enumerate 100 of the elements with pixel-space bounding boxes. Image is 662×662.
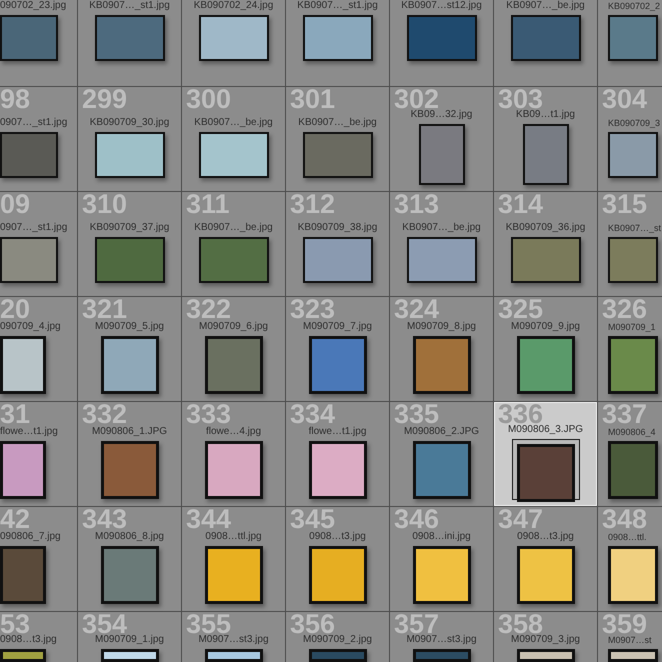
photo-thumbnail[interactable] xyxy=(412,336,470,394)
photo-thumbnail[interactable] xyxy=(0,440,46,498)
photo-thumbnail[interactable] xyxy=(100,440,158,498)
file-name: KB0907…_st1.jpg xyxy=(297,0,378,12)
file-name: 0908…t3.jpg xyxy=(0,634,57,646)
file-name: M090709_2.jpg xyxy=(303,634,372,646)
file-name: KB0907…_be.jpg xyxy=(194,222,273,234)
thumbnail-cell[interactable]: KB0907…_st1.jpg xyxy=(286,0,389,86)
file-name: KB0907…st12.jpg xyxy=(401,0,482,12)
photo-thumbnail[interactable] xyxy=(510,15,580,61)
file-name: flowe…t1.jpg xyxy=(0,426,58,438)
file-name: KB090709_37.jpg xyxy=(90,222,170,234)
file-name: KB0907…_be.jpg xyxy=(298,116,377,128)
photo-thumbnail[interactable] xyxy=(406,15,476,61)
photo-thumbnail[interactable] xyxy=(0,649,46,662)
photo-thumbnail[interactable] xyxy=(522,124,568,185)
file-name: KB0907…_st1.jpg xyxy=(89,0,170,12)
photo-thumbnail[interactable] xyxy=(608,132,658,178)
photo-thumbnail[interactable] xyxy=(100,546,158,604)
file-name: flowe…t1.jpg xyxy=(308,426,366,438)
file-name: 0908…t3.jpg xyxy=(517,530,574,542)
photo-thumbnail[interactable] xyxy=(608,649,658,662)
photo-thumbnail[interactable] xyxy=(608,15,658,61)
photo-thumbnail[interactable] xyxy=(516,546,574,604)
photo-thumbnail[interactable] xyxy=(412,649,470,662)
file-name: 0908…ini.jpg xyxy=(412,530,471,542)
file-name: M0907…st3.jpg xyxy=(198,634,269,646)
photo-thumbnail[interactable] xyxy=(308,440,366,498)
photo-thumbnail[interactable] xyxy=(0,546,46,604)
photo-thumbnail[interactable] xyxy=(302,236,372,282)
file-name: KB090709_36.jpg xyxy=(506,222,586,234)
file-name: 090806_7.jpg xyxy=(0,530,61,542)
file-name: 090702_23.jpg xyxy=(0,0,66,12)
photo-thumbnail[interactable] xyxy=(308,546,366,604)
photo-thumbnail[interactable] xyxy=(100,336,158,394)
photo-thumbnail[interactable] xyxy=(608,546,658,604)
photo-thumbnail[interactable] xyxy=(412,546,470,604)
file-name: KB0907…_be.jpg xyxy=(194,116,273,128)
photo-thumbnail[interactable] xyxy=(94,236,164,282)
file-name: 0907…_st1.jpg xyxy=(0,222,68,234)
photo-thumbnail[interactable] xyxy=(510,236,580,282)
file-name: KB090709_30.jpg xyxy=(90,116,170,128)
thumbnail-cell[interactable]: KB0907…_be.jpg xyxy=(494,0,597,86)
file-name: 0908…ttl.jpg xyxy=(205,530,262,542)
photo-thumbnail[interactable] xyxy=(418,124,464,185)
photo-thumbnail[interactable] xyxy=(0,132,58,178)
photo-thumbnail[interactable] xyxy=(0,236,58,282)
file-name: M090709_1 xyxy=(608,320,656,332)
file-name: M090806_4 xyxy=(608,426,656,438)
file-name: M090806_2.JPG xyxy=(404,426,480,438)
file-name: M0907…st xyxy=(608,634,652,646)
file-name: KB090709_3 xyxy=(608,116,660,128)
file-name: KB09…t1.jpg xyxy=(516,109,575,121)
file-name: M0907…st3.jpg xyxy=(406,634,477,646)
file-name: 0907…_st1.jpg xyxy=(0,116,68,128)
file-name: KB0907…_be.jpg xyxy=(402,222,481,234)
photo-thumbnail[interactable] xyxy=(204,440,262,498)
file-name: 090709_4.jpg xyxy=(0,320,61,332)
file-name: M090709_1.jpg xyxy=(95,634,164,646)
photo-thumbnail[interactable] xyxy=(308,649,366,662)
file-name: M090709_8.jpg xyxy=(407,320,476,332)
photo-thumbnail[interactable] xyxy=(516,649,574,662)
file-name: KB09…32.jpg xyxy=(410,109,472,121)
file-name: KB090702_2 xyxy=(608,0,660,12)
file-name: M090709_7.jpg xyxy=(303,320,372,332)
thumbnail-cell[interactable]: KB0907…st12.jpg xyxy=(390,0,493,86)
photo-thumbnail[interactable] xyxy=(198,132,268,178)
thumbnail-cell[interactable]: KB090702_24.jpg xyxy=(182,0,285,86)
file-name: KB090702_24.jpg xyxy=(194,0,274,12)
thumbnail-cell[interactable]: 090702_23.jpg xyxy=(0,0,77,86)
photo-thumbnail[interactable] xyxy=(308,336,366,394)
file-name: M090709_3.jpg xyxy=(511,634,580,646)
thumbnail-cell[interactable]: KB090702_2 xyxy=(598,0,662,86)
photo-thumbnail[interactable] xyxy=(198,236,268,282)
file-name: M090709_9.jpg xyxy=(511,320,580,332)
photo-thumbnail[interactable] xyxy=(412,440,470,498)
photo-thumbnail[interactable] xyxy=(204,336,262,394)
photo-thumbnail[interactable] xyxy=(608,440,658,498)
photo-thumbnail[interactable] xyxy=(204,649,262,662)
file-name: 0908…ttl. xyxy=(608,530,647,542)
photo-thumbnail[interactable] xyxy=(94,132,164,178)
photo-thumbnail[interactable] xyxy=(198,15,268,61)
file-name: M090709_5.jpg xyxy=(95,320,164,332)
file-name: KB0907…_st xyxy=(608,222,662,234)
photo-thumbnail[interactable] xyxy=(516,336,574,394)
file-name: M090806_1.JPG xyxy=(92,426,168,438)
file-name: flowe…4.jpg xyxy=(206,426,262,438)
photo-thumbnail[interactable] xyxy=(302,15,372,61)
photo-thumbnail[interactable] xyxy=(100,649,158,662)
photo-thumbnail[interactable] xyxy=(608,236,658,282)
file-name: M090806_3.JPG xyxy=(508,424,584,436)
thumbnail-cell[interactable]: KB0907…_st1.jpg xyxy=(78,0,181,86)
photo-thumbnail[interactable] xyxy=(94,15,164,61)
file-name: M090806_8.jpg xyxy=(95,530,164,542)
photo-thumbnail[interactable] xyxy=(608,336,658,394)
photo-thumbnail[interactable] xyxy=(0,336,46,394)
photo-thumbnail[interactable] xyxy=(204,546,262,604)
photo-thumbnail[interactable] xyxy=(302,132,372,178)
photo-thumbnail[interactable] xyxy=(406,236,476,282)
photo-thumbnail[interactable] xyxy=(0,15,58,61)
